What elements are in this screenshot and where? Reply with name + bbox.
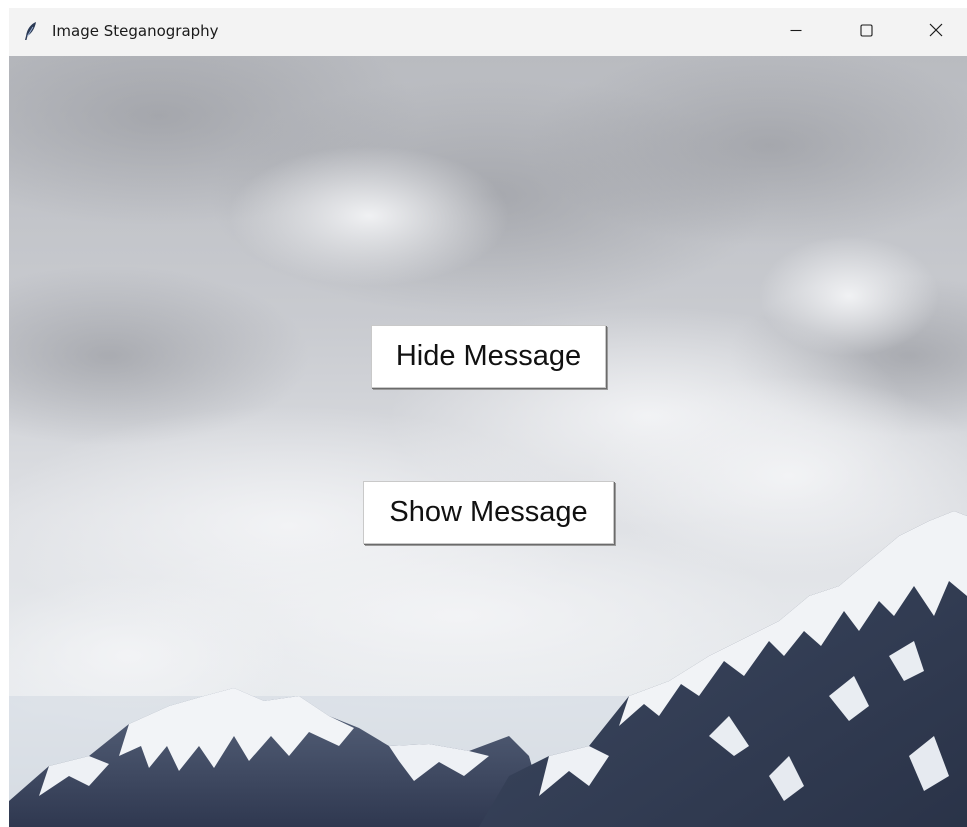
minimize-button[interactable] xyxy=(761,8,831,52)
app-window: Image Steganography Hide Message Show Me… xyxy=(9,8,967,827)
minimize-icon xyxy=(790,24,802,36)
mountain-background-image xyxy=(9,56,967,827)
close-button[interactable] xyxy=(901,8,967,52)
maximize-icon xyxy=(859,23,873,37)
background-canvas: Hide Message Show Message xyxy=(9,56,967,827)
hide-message-button[interactable]: Hide Message xyxy=(371,325,606,388)
window-title: Image Steganography xyxy=(52,22,219,40)
title-bar[interactable]: Image Steganography xyxy=(9,8,967,56)
feather-icon xyxy=(23,21,39,41)
close-icon xyxy=(929,23,943,37)
maximize-button[interactable] xyxy=(831,8,901,52)
show-message-button[interactable]: Show Message xyxy=(363,481,614,544)
